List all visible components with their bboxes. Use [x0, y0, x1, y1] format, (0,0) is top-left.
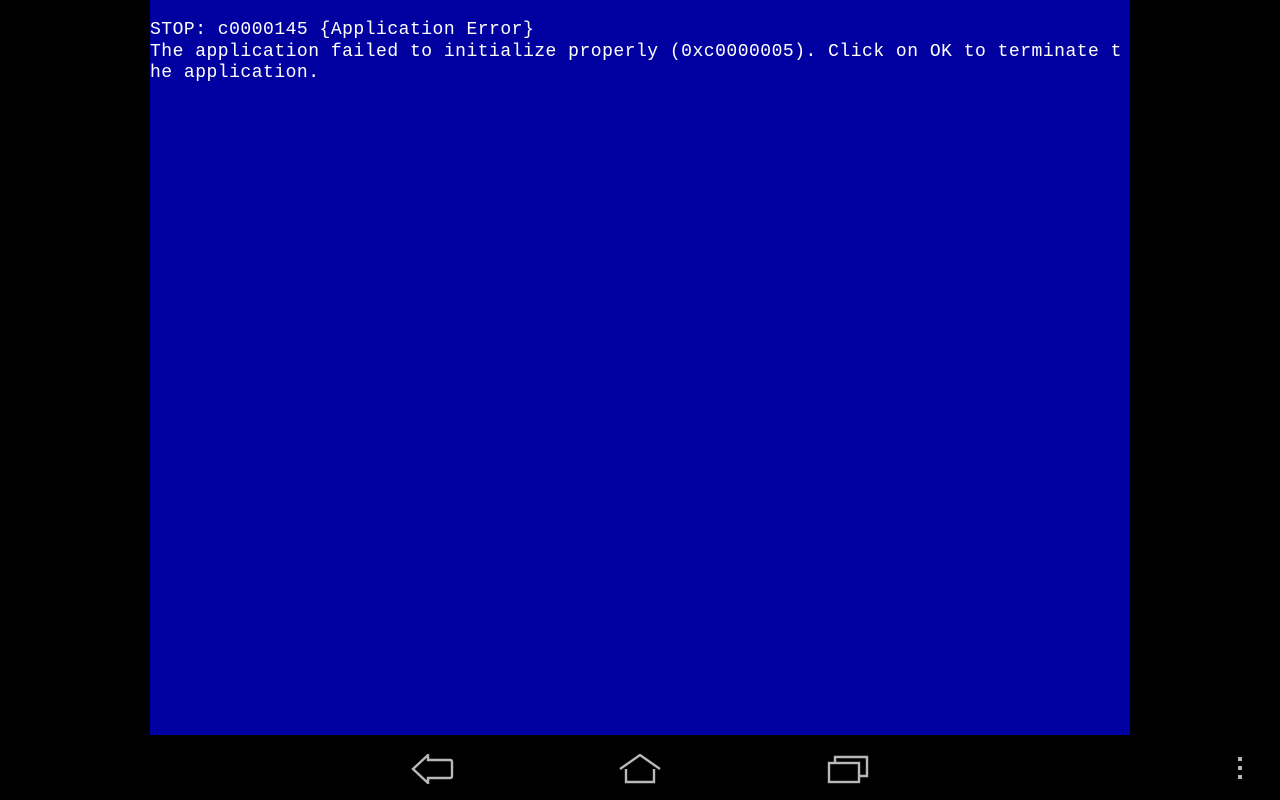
back-button[interactable] [408, 745, 456, 793]
recents-button[interactable] [824, 745, 872, 793]
overflow-dot-icon [1238, 757, 1242, 761]
overflow-dot-icon [1238, 775, 1242, 779]
bsod-screen: STOP: c0000145 {Application Error} The a… [150, 0, 1130, 735]
back-icon [410, 754, 454, 784]
bsod-line-2: The application failed to initialize pro… [150, 42, 1122, 84]
overflow-dot-icon [1238, 766, 1242, 770]
home-icon [618, 754, 662, 784]
overflow-button[interactable] [1228, 750, 1252, 786]
android-nav-bar [0, 738, 1280, 800]
bsod-line-1: STOP: c0000145 {Application Error} [150, 20, 534, 40]
home-button[interactable] [616, 745, 664, 793]
recents-icon [826, 754, 870, 784]
nav-button-group [408, 745, 872, 793]
